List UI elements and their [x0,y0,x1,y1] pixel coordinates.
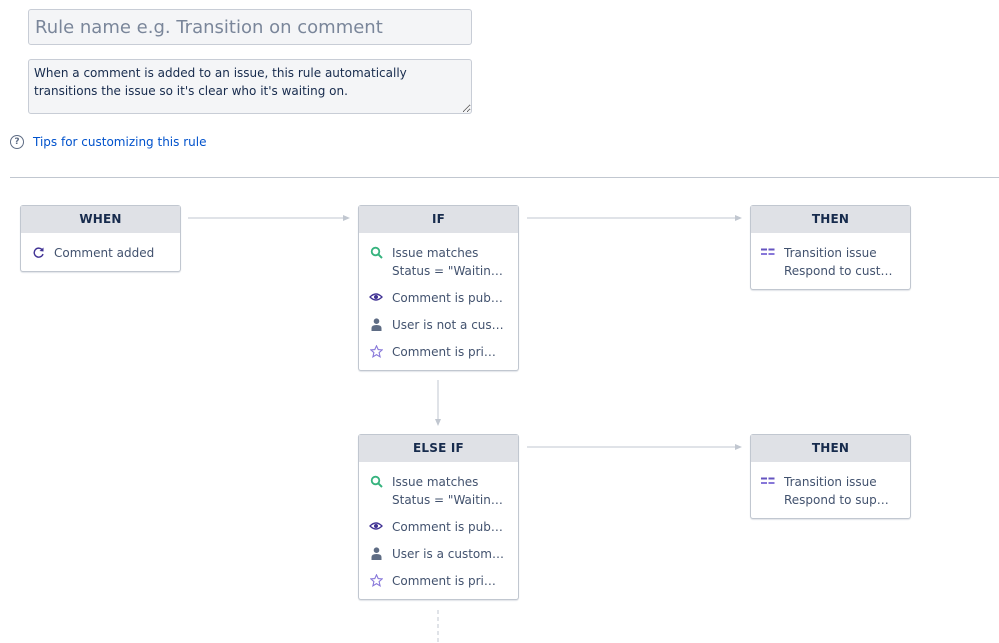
item-sublabel: Respond to supp… [784,493,896,507]
item-label: Transition issue [784,475,877,489]
action-transition-issue[interactable]: Transition issue Respond to supp… [751,469,910,514]
condition-comment-primary[interactable]: Comment is prim… [359,339,518,366]
arrowhead [435,419,441,426]
search-icon [369,245,383,259]
trigger-comment-added[interactable]: Comment added [21,240,180,267]
item-label: Comment is prim… [392,345,504,359]
item-sublabel: Respond to cust… [784,264,893,278]
then-card-2[interactable]: THEN Transition issue Respond to supp… [750,434,911,519]
user-icon [369,546,383,560]
transition-icon [761,474,775,488]
rule-description-textarea[interactable]: When a comment is added to an issue, thi… [28,59,472,114]
condition-comment-public[interactable]: Comment is public [359,285,518,312]
section-divider [10,177,999,178]
then-card-1[interactable]: THEN Transition issue Respond to cust… [750,205,911,290]
tips-link[interactable]: Tips for customizing this rule [33,135,206,149]
if-card[interactable]: IF Issue matches Status = "Waiting… Comm… [358,205,519,371]
condition-comment-public[interactable]: Comment is public [359,514,518,541]
refresh-icon [31,245,45,259]
search-icon [369,474,383,488]
item-label: Issue matches [392,246,479,260]
item-sublabel: Status = "Waiting… [392,264,504,278]
eye-icon [369,519,383,533]
user-icon [369,317,383,331]
condition-user-is-customer[interactable]: User is a customer [359,541,518,568]
action-transition-issue[interactable]: Transition issue Respond to cust… [751,240,910,285]
item-label: Comment is prim… [392,574,504,588]
star-icon [369,573,383,587]
arrowhead [735,215,742,221]
arrowhead [735,444,742,450]
condition-issue-matches[interactable]: Issue matches Status = "Waiting… [359,240,518,285]
item-label: Comment is public [392,291,504,305]
condition-issue-matches[interactable]: Issue matches Status = "Waiting… [359,469,518,514]
tips-row: ? Tips for customizing this rule [10,133,206,151]
then-card-title: THEN [751,435,910,462]
eye-icon [369,290,383,304]
item-label: Issue matches [392,475,479,489]
item-label: Comment added [54,246,155,260]
transition-icon [761,245,775,259]
then-card-title: THEN [751,206,910,233]
help-circle-icon: ? [10,135,24,149]
condition-comment-primary[interactable]: Comment is prim… [359,568,518,595]
else-if-card[interactable]: ELSE IF Issue matches Status = "Waiting…… [358,434,519,600]
rule-name-input[interactable] [28,9,472,45]
when-card-title: WHEN [21,206,180,233]
when-card[interactable]: WHEN Comment added [20,205,181,272]
item-label: User is not a cust… [392,318,504,332]
condition-user-not-customer[interactable]: User is not a cust… [359,312,518,339]
if-card-title: IF [359,206,518,233]
item-label: Transition issue [784,246,877,260]
item-label: User is a customer [392,547,504,561]
item-label: Comment is public [392,520,504,534]
item-sublabel: Status = "Waiting… [392,493,504,507]
else-if-card-title: ELSE IF [359,435,518,462]
star-icon [369,344,383,358]
arrowhead [343,215,350,221]
